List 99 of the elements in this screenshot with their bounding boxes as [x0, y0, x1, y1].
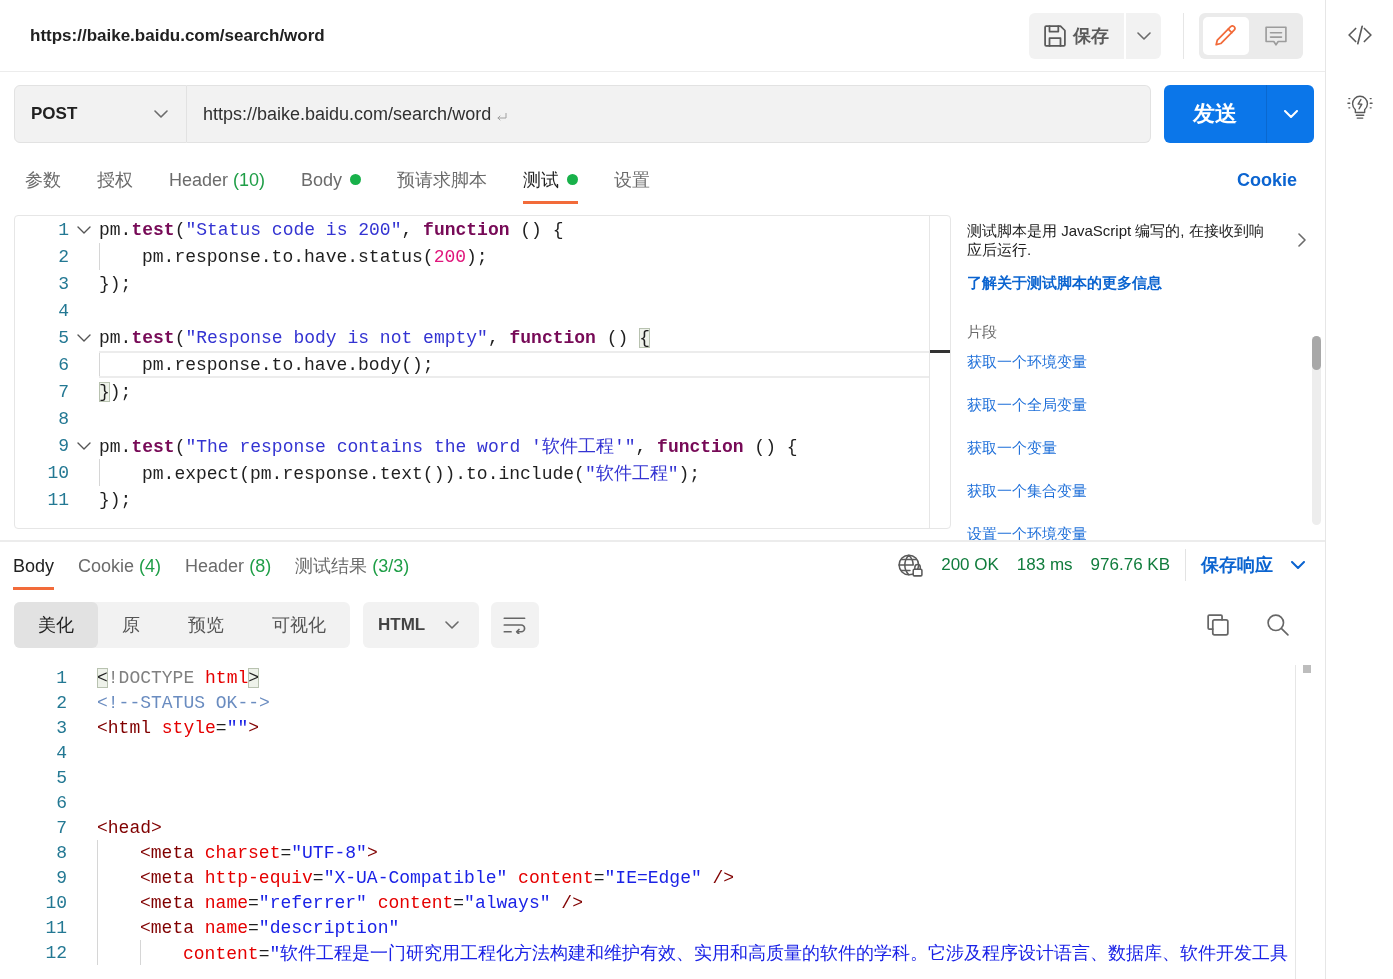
line-number: 5 [55, 767, 67, 788]
code-line: <!DOCTYPE html> [97, 667, 260, 688]
chevron-down-icon [1136, 31, 1151, 40]
chevron-down-icon [154, 110, 168, 118]
method-select[interactable]: POST [14, 85, 187, 143]
code-line: <html style=""> [97, 717, 260, 738]
request-tab[interactable]: 授权 [97, 161, 133, 204]
request-title: https://baike.baidu.com/search/word [30, 25, 326, 46]
scrollbar-thumb[interactable] [1312, 336, 1321, 370]
code-line: <meta name="referrer" content="always" /> [140, 892, 583, 913]
fold-chevron-icon[interactable] [77, 333, 91, 342]
status-code: 200 OK [941, 555, 999, 575]
line-number: 2 [57, 246, 69, 267]
snippet-link[interactable]: 获取一个变量 [967, 438, 1057, 457]
view-mode-tab[interactable]: 美化 [14, 602, 98, 648]
overview-marker-icon [930, 350, 950, 353]
line-number: 2 [55, 692, 67, 713]
line-number: 4 [55, 742, 67, 763]
response-tab[interactable]: Body [13, 542, 55, 590]
code-line: <meta charset="UTF-8"> [140, 842, 378, 863]
chevron-down-icon [1291, 561, 1305, 569]
view-mode-tab[interactable]: 预览 [164, 602, 248, 648]
request-tab[interactable]: 设置 [614, 161, 651, 204]
code-line: <head> [97, 817, 162, 838]
code-line: }); [99, 381, 132, 402]
code-line: pm.response.to.have.status(200); [142, 246, 488, 267]
save-button[interactable]: 保存 [1029, 12, 1124, 59]
code-line: pm.expect(pm.response.text()).to.include("软件工程"); [142, 462, 701, 485]
line-number: 4 [57, 300, 69, 321]
request-tab[interactable]: 测试 [523, 161, 579, 204]
response-time: 183 ms [1016, 555, 1073, 575]
line-number: 1 [55, 667, 67, 688]
learn-more-link[interactable]: 了解关于测试脚本的更多信息 [967, 273, 1162, 292]
url-field[interactable]: https://baike.baidu.com/search/word [187, 85, 1151, 143]
snippet-link[interactable]: 获取一个全局变量 [967, 395, 1087, 414]
script-editor[interactable] [14, 215, 951, 529]
code-line: content="软件工程是一门研究用工程化方法构建和维护有效、实用和高质量的软件的学科。它涉及程序设计语言、数据库、软件开发工具 [183, 942, 1289, 965]
response-tab[interactable]: 测试结果 (3/3) [295, 542, 410, 590]
wrap-lines-icon [503, 616, 527, 634]
view-mode-tab[interactable]: 可视化 [248, 602, 350, 648]
line-number: 6 [57, 354, 69, 375]
line-number: 11 [46, 489, 69, 510]
line-number: 3 [57, 273, 69, 294]
edit-mode-button[interactable] [1203, 16, 1249, 55]
format-select[interactable]: HTML [363, 602, 479, 648]
scrollbar-track[interactable] [1312, 336, 1321, 525]
return-arrow-icon [497, 113, 508, 121]
search-icon[interactable] [1267, 614, 1289, 636]
snippets-heading: 片段 [967, 322, 997, 341]
line-number: 7 [57, 381, 69, 402]
request-tab[interactable]: 预请求脚本 [397, 161, 488, 204]
snippet-link[interactable]: 设置一个环境变量 [967, 524, 1087, 543]
line-number: 7 [55, 817, 67, 838]
fold-chevron-icon[interactable] [77, 441, 91, 450]
code-line: <meta name="description" [140, 917, 400, 938]
code-line: }); [99, 273, 132, 294]
snippet-link[interactable]: 获取一个集合变量 [967, 481, 1087, 500]
cookie-link[interactable]: Cookie [1237, 168, 1297, 204]
line-number: 8 [55, 842, 67, 863]
code-icon[interactable] [1347, 25, 1372, 45]
globe-lock-icon[interactable] [898, 553, 924, 577]
line-number: 6 [55, 792, 67, 813]
response-size: 976.76 KB [1090, 555, 1170, 575]
view-mode-tab[interactable]: 原 [98, 602, 164, 648]
code-line: pm.response.to.have.body(); [142, 354, 434, 375]
code-line: pm.test("Response body is not empty", function () { [99, 327, 650, 348]
line-number: 10 [44, 892, 67, 913]
request-tab[interactable]: 参数 [25, 161, 61, 204]
chevron-right-icon[interactable] [1298, 233, 1306, 247]
response-tab[interactable]: Header (8) [185, 542, 272, 590]
chevron-down-icon [445, 621, 459, 629]
fold-chevron-icon[interactable] [77, 225, 91, 234]
line-number: 10 [46, 462, 69, 483]
scrollbar-thumb[interactable] [1303, 665, 1311, 673]
wrap-lines-button[interactable] [491, 602, 539, 648]
line-number: 8 [57, 408, 69, 429]
response-tab[interactable]: Cookie (4) [78, 542, 162, 590]
help-description: 测试脚本是用 JavaScript 编写的, 在接收到响应后运行. [967, 221, 1265, 259]
line-number: 12 [44, 942, 67, 963]
code-line: <!--STATUS OK--> [97, 692, 270, 713]
snippet-link[interactable]: 获取一个环境变量 [967, 352, 1087, 371]
chevron-down-icon [1283, 110, 1298, 118]
line-number: 9 [57, 435, 69, 456]
line-number: 9 [55, 867, 67, 888]
send-button[interactable]: 发送 [1164, 85, 1266, 143]
line-number: 3 [55, 717, 67, 738]
save-response-button[interactable]: 保存响应 [1201, 553, 1305, 577]
code-line: }); [99, 489, 132, 510]
copy-icon[interactable] [1207, 614, 1229, 636]
line-number: 5 [57, 327, 69, 348]
line-number: 11 [44, 917, 67, 938]
code-line: pm.test("The response contains the word '软件工程'", function () { [99, 435, 798, 458]
code-line: <meta http-equiv="X-UA-Compatible" content="IE=Edge" /> [140, 867, 735, 888]
comment-icon [1265, 25, 1287, 46]
request-tab[interactable]: Body [301, 161, 362, 204]
line-number: 1 [57, 219, 69, 240]
request-tab[interactable]: Header (10) [169, 161, 266, 204]
pencil-icon [1215, 24, 1237, 47]
code-line: pm.test("Status code is 200", function () { [99, 219, 564, 240]
